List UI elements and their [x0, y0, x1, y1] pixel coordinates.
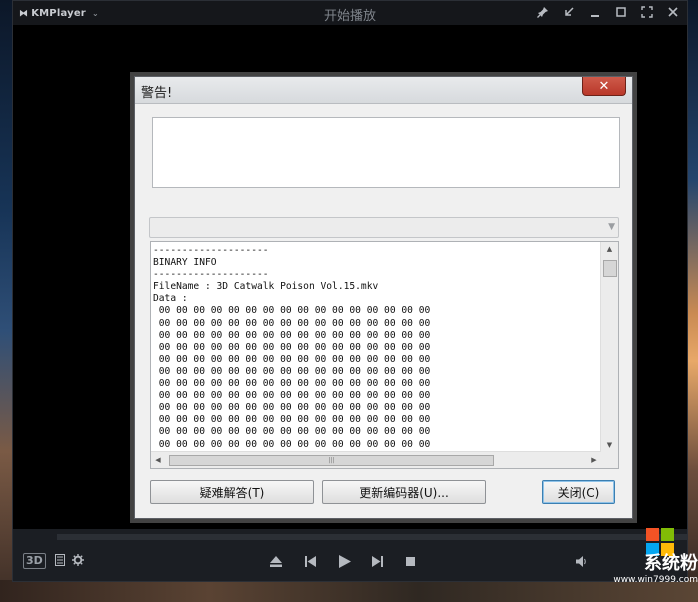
close-icon[interactable]	[665, 4, 681, 20]
log-text: -------------------- BINARY INFO ---------…	[153, 245, 599, 449]
log-line: 00 00 00 00 00 00 00 00 00 00 00 00 00 0…	[153, 426, 431, 438]
vertical-scroll-thumb[interactable]	[603, 260, 617, 277]
scroll-right-icon[interactable]: ▶	[587, 452, 601, 468]
log-line: 00 00 00 00 00 00 00 00 00 00 00 00 00 0…	[153, 317, 431, 329]
volume-icon[interactable]	[575, 554, 589, 568]
log-line: 00 00 00 00 00 00 00 00 00 00 00 00 00 0…	[153, 402, 431, 414]
next-icon[interactable]	[370, 554, 384, 568]
previous-icon[interactable]	[303, 554, 317, 568]
log-line: 00 00 00 00 00 00 00 00 00 00 00 00 00 0…	[153, 305, 431, 317]
close-button[interactable]: 关闭(C)	[542, 480, 615, 504]
troubleshoot-button[interactable]: 疑难解答(T)	[150, 480, 314, 504]
log-line: 00 00 00 00 00 00 00 00 00 00 00 00 00 0…	[153, 414, 431, 426]
fullscreen-icon[interactable]	[639, 4, 655, 20]
log-line: 00 00 00 00 00 00 00 00 00 00 00 00 00 0…	[153, 341, 431, 353]
player-titlebar: ⧓ KMPlayer ⌄ 开始播放	[13, 1, 687, 25]
close-icon: ✕	[598, 78, 610, 94]
settings-icon[interactable]	[71, 553, 85, 567]
log-line: BINARY INFO	[153, 257, 217, 269]
desktop-wallpaper-bottom	[0, 580, 698, 602]
player-controls: 3D	[13, 541, 687, 581]
log-line: 00 00 00 00 00 00 00 00 00 00 00 00 00 0…	[153, 329, 431, 341]
log-line: --------------------	[153, 269, 269, 281]
log-line: 00 00 00 00 00 00 00 00 00 00 00 00 00 0…	[153, 365, 431, 377]
scroll-corner	[601, 452, 618, 468]
desktop-wallpaper-left	[0, 0, 12, 602]
horizontal-scrollbar[interactable]: ◀ ||| ▶	[151, 451, 601, 468]
log-line: 00 00 00 00 00 00 00 00 00 00 00 00 00 0…	[153, 438, 431, 450]
3d-button[interactable]: 3D	[23, 553, 46, 569]
play-icon[interactable]	[337, 553, 353, 569]
log-line: 00 00 00 00 00 00 00 00 00 00 00 00 00 0…	[153, 390, 431, 402]
update-codec-button[interactable]: 更新编码器(U)...	[322, 480, 486, 504]
message-box	[152, 117, 620, 188]
playlist-icon[interactable]	[53, 553, 67, 567]
compact-mode-icon[interactable]	[561, 4, 577, 20]
binary-info-log[interactable]: -------------------- BINARY INFO ---------…	[150, 241, 619, 469]
chevron-down-icon: ▼	[608, 222, 615, 232]
horizontal-scroll-thumb[interactable]: |||	[169, 455, 494, 466]
stop-icon[interactable]	[403, 554, 417, 568]
maximize-icon[interactable]	[613, 4, 629, 20]
dialog-title: 警告!	[141, 86, 173, 101]
log-line: Data :	[153, 293, 188, 305]
log-line: --------------------	[153, 245, 269, 256]
vertical-scrollbar[interactable]: ▲ ▼	[600, 242, 618, 452]
eject-icon[interactable]	[269, 554, 283, 568]
3d-label: 3D	[23, 553, 46, 569]
warning-dialog: 警告! ✕ ▼ -------------------- BINARY INFO -…	[134, 76, 633, 519]
scroll-left-icon[interactable]: ◀	[151, 452, 165, 468]
log-line: 00 00 00 00 00 00 00 00 00 00 00 00 00 0…	[153, 353, 431, 365]
dialog-titlebar[interactable]: 警告! ✕	[135, 77, 632, 104]
scroll-up-icon[interactable]: ▲	[601, 242, 618, 256]
log-line: FileName : 3D Catwalk Poison Vol.15.mkv	[153, 281, 379, 293]
pin-icon[interactable]	[535, 4, 551, 20]
watermark-url: www.win7999.com	[613, 575, 698, 585]
minimize-icon[interactable]	[587, 4, 603, 20]
info-dropdown[interactable]: ▼	[149, 217, 619, 238]
scroll-down-icon[interactable]: ▼	[601, 438, 618, 452]
watermark-text: 系统粉	[644, 553, 698, 574]
dialog-close-button[interactable]: ✕	[582, 77, 626, 96]
watermark: 系统粉 www.win7999.com	[613, 525, 698, 602]
log-line: 00 00 00 00 00 00 00 00 00 00 00 00 00 0…	[153, 378, 431, 390]
seek-bar[interactable]	[57, 534, 687, 540]
